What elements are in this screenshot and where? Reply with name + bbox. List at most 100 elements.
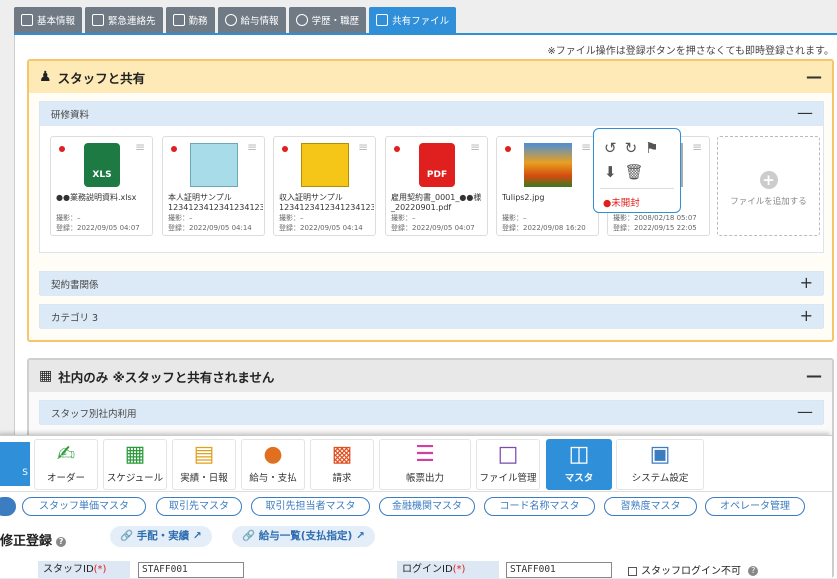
subsection-header[interactable]: 研修資料 — <box>40 102 823 126</box>
main-nav: S ✍ オーダー ▦ スケジュール ▤ 実績・日報 ● 給与・支払 ▩ 請求 ☰ 帳票出力 □ ファイル管… <box>0 436 832 492</box>
nav-partial-item[interactable]: S <box>0 442 30 486</box>
file-card[interactable]: ≡ 本人証明サンプル1234123412341234123… 撮影：– 登録：2022… <box>162 136 265 236</box>
pdf-file-icon: PDF <box>419 143 455 187</box>
tab-history[interactable]: 学歴・職歴 <box>288 7 367 33</box>
nav-item[interactable]: ▩ 請求 <box>310 439 374 490</box>
label-text: ログインID <box>402 564 453 575</box>
unread-dot <box>505 146 511 152</box>
link-icon: 🔗 <box>242 530 256 542</box>
handshake-icon: ✍ <box>56 442 76 467</box>
master-pill[interactable]: 習熟度マスタ <box>604 497 697 516</box>
master-pill[interactable]: 金融機関マスタ <box>379 497 475 516</box>
tab-shared-files[interactable]: 共有ファイル <box>369 7 457 33</box>
nav-item[interactable]: ▣ システム設定 <box>616 439 704 490</box>
building-icon: ▩ <box>331 442 353 467</box>
tab-label: 学歴・職歴 <box>311 16 360 27</box>
hamburger-menu-icon[interactable]: ≡ <box>247 140 257 154</box>
nav-item[interactable]: ▤ 実績・日報 <box>172 439 236 490</box>
staff-id-input[interactable]: STAFF001 <box>138 562 244 578</box>
login-disabled-checkbox[interactable]: スタッフログイン不可 ? <box>628 562 759 577</box>
tab-bar: 基本情報 緊急連絡先 勤務 給与情報 学歴・職歴 共有ファイル <box>14 7 457 33</box>
help-icon[interactable]: ? <box>56 536 67 547</box>
link-salary-list-button[interactable]: 🔗 給与一覧(支払指定) ↗ <box>232 526 375 547</box>
rotate-right-icon[interactable]: ↻ <box>625 139 638 157</box>
file-card[interactable]: ≡ PDF 雇用契約書_0001_●●様_20220901.pdf 撮影：– 登録：20… <box>385 136 488 236</box>
flag-icon[interactable]: ⚑ <box>645 139 658 157</box>
photo-thumbnail <box>524 143 572 187</box>
users-icon: ♟ <box>39 69 52 85</box>
edit-icon <box>376 14 389 26</box>
plus-icon[interactable]: + <box>800 306 813 325</box>
master-pill[interactable]: 取引先担当者マスタ <box>251 497 370 516</box>
minus-icon[interactable]: — <box>806 67 822 86</box>
help-icon[interactable]: ? <box>748 566 759 576</box>
nav-item[interactable]: □ ファイル管理 <box>476 439 540 490</box>
tab-label: 緊急連絡先 <box>108 16 156 27</box>
checkbox-box[interactable] <box>628 566 637 576</box>
master-pill[interactable]: コード名称マスタ <box>484 497 595 516</box>
file-name: ●●業務説明資料.xlsx <box>56 193 137 202</box>
tab-work[interactable]: 勤務 <box>165 7 215 33</box>
required-mark: (*) <box>452 564 466 575</box>
staff-id-label: スタッフID(*) <box>38 561 130 579</box>
nav-label: 給与・支払 <box>249 473 297 484</box>
subsection-training: 研修資料 — ≡ XLS ●●業務説明資料.xlsx 撮影：– 登録：2022/09/0… <box>39 101 824 253</box>
file-card[interactable]: ≡ XLS ●●業務説明資料.xlsx 撮影：– 登録：2022/09/05 04:07 <box>50 136 153 236</box>
nav-label: 帳票出力 <box>405 473 444 484</box>
file-registered-date: 登録：2022/09/05 04:14 <box>168 224 252 232</box>
tab-emergency-contact[interactable]: 緊急連絡先 <box>85 7 163 33</box>
title-row: 修正登録? 🔗 手配・実績 ↗ 🔗 給与一覧(支払指定) ↗ <box>0 526 832 550</box>
file-shot-date: 撮影：– <box>56 214 81 222</box>
tab-salary[interactable]: 給与情報 <box>217 7 286 33</box>
nav-item[interactable]: ● 給与・支払 <box>241 439 305 490</box>
nav-item[interactable]: ☰ 帳票出力 <box>379 439 471 490</box>
document-thumbnail <box>190 143 238 187</box>
subsection-header[interactable]: 契約書関係 + <box>40 272 823 296</box>
file-card[interactable]: ≡ 収入証明サンプル1234123412341234123… 撮影：– 登録：2022… <box>273 136 376 236</box>
staff-shared-section: ♟ スタッフと共有 — 研修資料 — ≡ XLS ●●業務説明資料.xlsx 撮影：–… <box>27 59 834 342</box>
file-action-popup: ↺ ↻ ⚑ ⬇ 🗑 ●未開封 <box>593 128 681 213</box>
popup-row-2: ⬇ 🗑 <box>604 163 644 181</box>
file-registered-date: 登録：2022/09/08 16:20 <box>502 224 586 232</box>
master-pill[interactable]: スタッフ単価マスタ <box>22 497 146 516</box>
minus-icon[interactable]: — <box>797 402 813 421</box>
subsection-header[interactable]: スタッフ別社内利用 — <box>40 401 823 425</box>
excel-file-icon: XLS <box>84 143 120 187</box>
required-mark: (*) <box>93 564 107 575</box>
tab-basic-info[interactable]: 基本情報 <box>14 7 83 33</box>
minus-icon[interactable]: — <box>806 366 822 385</box>
unread-dot <box>394 146 400 152</box>
nav-item[interactable]: ◫ マスタ <box>546 439 612 490</box>
edit-icon <box>92 14 105 26</box>
hamburger-menu-icon[interactable]: ≡ <box>358 140 368 154</box>
monitor-icon: ▣ <box>649 442 671 467</box>
nav-item[interactable]: ✍ オーダー <box>34 439 98 490</box>
pill-partial[interactable] <box>0 497 16 516</box>
section-header[interactable]: ▦ 社内のみ ※スタッフと共有されません — <box>29 360 832 392</box>
subsection-title: カテゴリ 3 <box>51 313 99 324</box>
popup-divider <box>600 188 674 189</box>
hamburger-menu-icon[interactable]: ≡ <box>135 140 145 154</box>
plus-icon[interactable]: + <box>800 273 813 292</box>
hamburger-menu-icon[interactable]: ≡ <box>692 140 702 154</box>
trash-icon[interactable]: 🗑 <box>625 163 644 181</box>
minus-icon[interactable]: — <box>797 103 813 122</box>
nav-label: オーダー <box>46 473 85 484</box>
add-file-card[interactable]: + ファイルを追加する <box>717 136 820 236</box>
link-icon: 🔗 <box>120 530 134 542</box>
file-card[interactable]: ≡ Tulips2.jpg 撮影：– 登録：2022/09/08 16:20 <box>496 136 599 236</box>
file-shot-date: 撮影：– <box>391 214 416 222</box>
rotate-left-icon[interactable]: ↺ <box>604 139 617 157</box>
link-arrangement-button[interactable]: 🔗 手配・実績 ↗ <box>110 526 212 547</box>
subsection-header[interactable]: カテゴリ 3 + <box>40 305 823 329</box>
nav-item[interactable]: ▦ スケジュール <box>103 439 167 490</box>
login-id-label: ログインID(*) <box>397 561 499 579</box>
section-header[interactable]: ♟ スタッフと共有 — <box>29 61 832 93</box>
hamburger-menu-icon[interactable]: ≡ <box>470 140 480 154</box>
download-icon[interactable]: ⬇ <box>604 163 617 181</box>
unread-dot <box>171 146 177 152</box>
hamburger-menu-icon[interactable]: ≡ <box>581 140 591 154</box>
login-id-input[interactable]: STAFF001 <box>506 562 612 578</box>
master-pill[interactable]: オペレータ管理 <box>705 497 805 516</box>
master-pill[interactable]: 取引先マスタ <box>156 497 242 516</box>
